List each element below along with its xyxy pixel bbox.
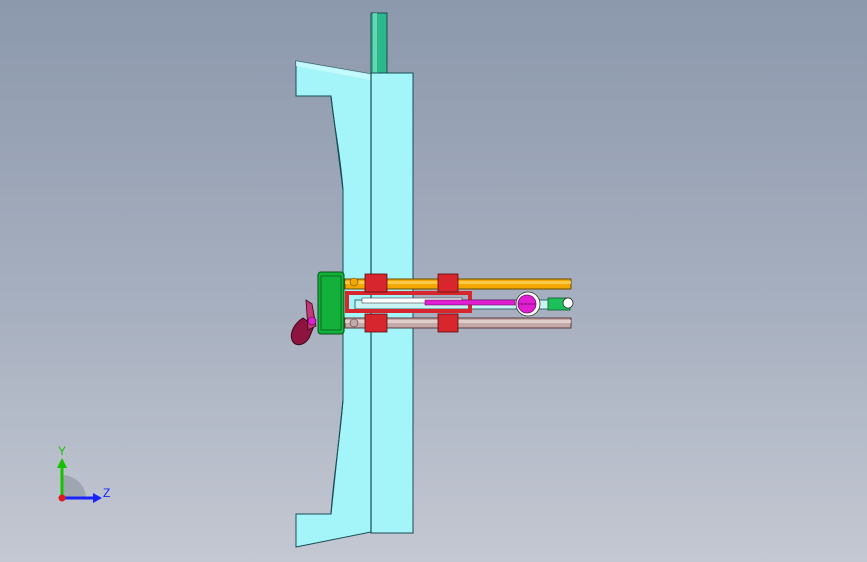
clamp-upper-left[interactable]	[364, 273, 388, 293]
cad-viewport[interactable]: Y Z	[0, 0, 867, 562]
coordinate-triad: Y Z	[57, 444, 110, 503]
slider-ball[interactable]	[515, 291, 541, 317]
clamp-lower-right[interactable]	[437, 313, 459, 333]
clamp-upper-right[interactable]	[437, 273, 459, 293]
clamp-lower-left[interactable]	[364, 313, 388, 333]
y-axis-arrow-icon	[57, 458, 67, 468]
y-axis-label: Y	[58, 444, 66, 458]
guide-pin[interactable]	[370, 12, 388, 74]
z-axis-arrow-icon	[93, 493, 102, 503]
origin-dot-icon	[58, 494, 66, 502]
handle-lever[interactable]	[290, 299, 317, 346]
z-axis-label: Z	[103, 486, 110, 500]
